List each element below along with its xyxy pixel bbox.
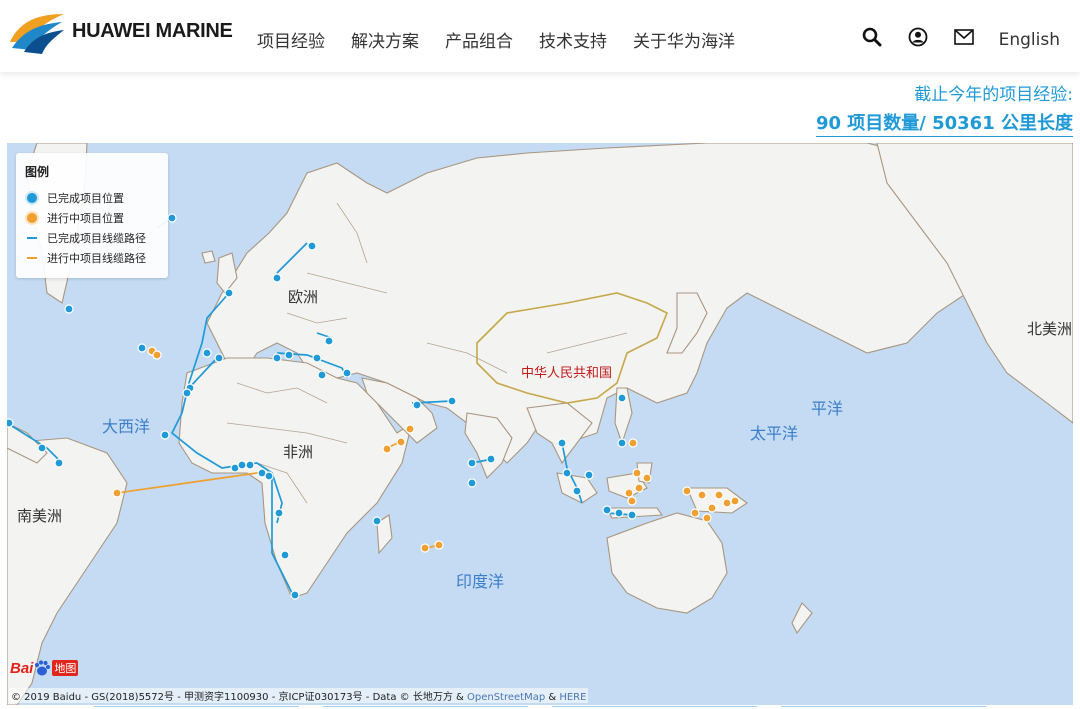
nav-solutions[interactable]: 解决方案: [351, 27, 419, 52]
map-legend: 图例 已完成项目位置 进行中项目位置 已完成项目线缆路径 进行中项目线缆路径: [16, 153, 168, 278]
brand-logo[interactable]: HUAWEI MARINE: [6, 8, 233, 54]
huawei-marine-logo-icon: [10, 14, 64, 54]
completed-cable-icon: [25, 231, 39, 245]
baidu-map-logo[interactable]: Bai 地图: [10, 659, 79, 677]
legend-label: 已完成项目位置: [47, 192, 124, 205]
copyright-text: © 2019 Baidu - GS(2018)5572号 - 甲测资字11009…: [11, 692, 467, 703]
baidu-paw-icon: [35, 660, 51, 676]
project-stats: 截止今年的项目经验: 90 项目数量/ 50361 公里长度: [815, 80, 1073, 137]
in-progress-location-icon: [25, 211, 39, 225]
stats-summary-link[interactable]: 90 项目数量/ 50361 公里长度: [815, 109, 1073, 137]
label-south-america: 南美洲: [17, 507, 63, 525]
label-africa: 非洲: [283, 443, 314, 461]
baidu-wordmark: Bai: [10, 659, 34, 677]
label-atlantic: 大西洋: [102, 417, 151, 436]
here-link[interactable]: HERE: [559, 692, 586, 703]
nav-support[interactable]: 技术支持: [539, 27, 607, 52]
nav-about[interactable]: 关于华为海洋: [633, 27, 735, 52]
header-actions: English: [861, 26, 1080, 50]
legend-label: 进行中项目线缆路径: [47, 252, 146, 265]
label-china: 中华人民共和国: [521, 366, 613, 381]
nav-projects[interactable]: 项目经验: [257, 27, 325, 52]
label-indian-ocean: 印度洋: [456, 572, 505, 591]
osm-link[interactable]: OpenStreetMap: [467, 692, 545, 703]
in-progress-cable-icon: [25, 251, 39, 265]
map-copyright: © 2019 Baidu - GS(2018)5572号 - 甲测资字11009…: [9, 688, 589, 703]
label-pacific-b: 太平洋: [750, 424, 799, 443]
language-switch[interactable]: English: [999, 30, 1060, 50]
completed-location-icon: [25, 191, 39, 205]
legend-in-progress-location: 进行中项目位置: [25, 208, 159, 228]
stats-caption: 截止今年的项目经验:: [914, 85, 1073, 105]
baidu-ditu-badge: 地图: [52, 660, 79, 676]
legend-label: 已完成项目线缆路径: [47, 232, 146, 245]
nav-products[interactable]: 产品组合: [445, 27, 513, 52]
copyright-amp: &: [545, 692, 560, 703]
legend-completed-location: 已完成项目位置: [25, 188, 159, 208]
site-header: HUAWEI MARINE 项目经验 解决方案 产品组合 技术支持 关于华为海洋…: [0, 0, 1080, 72]
label-europe: 欧洲: [288, 288, 319, 306]
project-map[interactable]: 欧洲 非洲 南美洲 北美洲 中华人民共和国 大西洋 平洋 太平洋 印度洋 图例 …: [7, 143, 1073, 705]
main-nav: 项目经验 解决方案 产品组合 技术支持 关于华为海洋: [257, 27, 761, 52]
label-north-america: 北美洲: [1027, 320, 1073, 338]
legend-completed-cable: 已完成项目线缆路径: [25, 228, 159, 248]
search-icon[interactable]: [861, 26, 883, 48]
mail-icon[interactable]: [953, 26, 975, 48]
brand-name: HUAWEI MARINE: [72, 19, 233, 42]
legend-in-progress-cable: 进行中项目线缆路径: [25, 248, 159, 268]
label-pacific-a: 平洋: [811, 399, 844, 418]
legend-label: 进行中项目位置: [47, 212, 124, 225]
user-icon[interactable]: [907, 26, 929, 48]
legend-title: 图例: [25, 165, 50, 179]
